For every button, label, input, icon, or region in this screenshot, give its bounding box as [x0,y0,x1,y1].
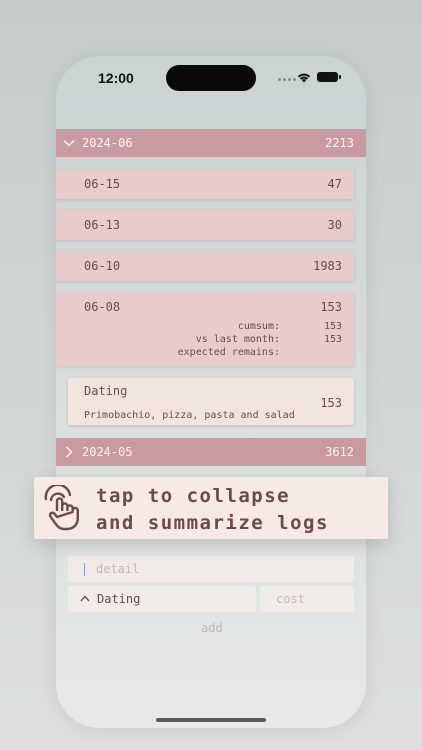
expected-remains-label: expected remains: [177,347,280,358]
cost-input[interactable]: cost [260,586,354,612]
home-indicator[interactable] [156,718,266,722]
cumsum-value: 153 [323,321,342,332]
month-total: 3612 [325,445,354,459]
day-cost: 30 [327,218,342,232]
day-card-06-15[interactable]: 06-15 47 [56,169,354,199]
signal-icon [278,78,296,81]
day-card-06-13[interactable]: 06-13 30 [56,210,354,240]
battery-icon [317,72,341,82]
cumsum-label: cumsum: [237,321,280,332]
status-time: 12:00 [98,70,134,86]
log-detail: Primobachio, pizza, pasta and salad [84,410,295,421]
day-card-06-10[interactable]: 06-10 1983 [56,251,354,281]
vs-last-month-label: vs last month: [195,334,280,345]
category-label: Dating [97,592,141,606]
month-row-2024-05[interactable]: 2024-05 3612 [56,438,366,466]
vs-last-month-value: 153 [323,334,342,345]
month-label: 2024-05 [82,445,133,459]
add-button[interactable]: add [201,621,223,635]
log-entry-card[interactable]: Dating Primobachio, pizza, pasta and sal… [68,378,354,425]
phone-screen: 12:00 2024-06 2213 06-15 47 06-13 30 06-… [56,56,366,728]
log-title: Dating [84,384,128,398]
expected-remains-value [280,346,342,359]
tooltip-line-2: and summarize logs [96,512,329,534]
day-card-06-08[interactable]: 06-08 153 cumsum: 153 vs last month: 153… [56,292,354,366]
chevron-right-icon [56,446,82,458]
month-total: 2213 [325,136,354,150]
month-row-2024-06[interactable]: 2024-06 2213 [56,129,366,157]
day-date: 06-13 [84,218,121,232]
tooltip-line-1: tap to collapse [96,485,291,507]
detail-input[interactable]: detail [68,556,354,582]
day-date: 06-10 [84,259,121,273]
detail-placeholder: detail [96,562,140,576]
cost-placeholder: cost [276,592,305,606]
hand-tap-icon [44,485,79,531]
day-date: 06-08 [84,300,121,314]
wifi-icon [297,73,311,83]
day-date: 06-15 [84,177,121,191]
day-cost: 47 [327,177,342,191]
tutorial-tooltip: tap to collapse and summarize logs [34,477,388,539]
day-cost: 1983 [313,259,342,273]
chevron-down-icon [56,139,82,147]
month-label: 2024-06 [82,136,133,150]
dynamic-island [166,65,256,91]
category-selector[interactable]: Dating [68,586,256,612]
log-cost: 153 [320,396,342,410]
text-cursor [84,563,85,576]
day-stats: cumsum: 153 vs last month: 153 expected … [178,320,342,359]
day-cost: 153 [320,300,342,314]
status-bar: 12:00 [56,56,366,104]
chevron-up-icon [80,595,90,602]
